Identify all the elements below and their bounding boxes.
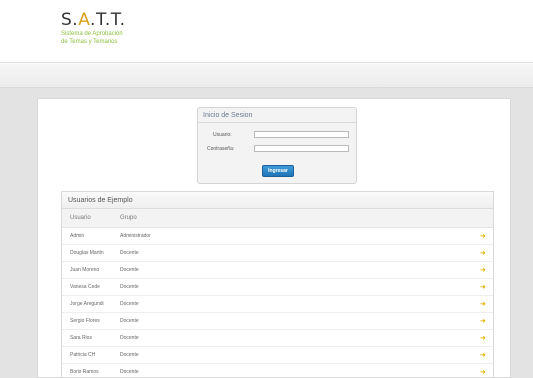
users-table-header: Usuario Grupo xyxy=(62,209,493,228)
cell-usuario: Boris Ramos xyxy=(70,369,99,375)
login-box: Inicio de Sesion Usuario: Contraseña: In… xyxy=(197,107,357,184)
password-label: Contraseña: xyxy=(207,146,235,152)
table-row[interactable]: Jorge Aregundi Docente ➜ xyxy=(62,296,493,313)
cell-usuario: Sergio Flores xyxy=(70,318,100,324)
table-row[interactable]: Admin Administrador ➜ xyxy=(62,228,493,245)
table-row[interactable]: Douglas Martin Docente ➜ xyxy=(62,245,493,262)
username-label: Usuario: xyxy=(213,132,232,138)
table-row[interactable]: Sergio Flores Docente ➜ xyxy=(62,313,493,330)
cell-grupo: Docente xyxy=(120,369,139,375)
cell-usuario: Juan Moreno xyxy=(70,267,100,273)
arrow-right-icon[interactable]: ➜ xyxy=(480,334,486,342)
arrow-right-icon[interactable]: ➜ xyxy=(480,300,486,308)
logo-title-prefix: S. xyxy=(61,10,79,30)
table-row[interactable]: Patricia CH Docente ➜ xyxy=(62,347,493,364)
password-input[interactable] xyxy=(254,145,349,152)
cell-usuario: Jorge Aregundi xyxy=(70,301,104,307)
cell-grupo: Docente xyxy=(120,267,139,273)
table-row[interactable]: Sara Rios Docente ➜ xyxy=(62,330,493,347)
table-row[interactable]: Vanesa Cede Docente ➜ xyxy=(62,279,493,296)
column-header-grupo: Grupo xyxy=(120,215,137,221)
column-header-usuario: Usuario xyxy=(70,215,91,221)
login-title: Inicio de Sesion xyxy=(203,112,253,119)
cell-grupo: Docente xyxy=(120,284,139,290)
cell-grupo: Docente xyxy=(120,301,139,307)
sample-users-table: Usuarios de Ejemplo Usuario Grupo Admin A… xyxy=(61,191,494,378)
logo-subtitle-line2: de Temas y Temarios xyxy=(61,39,118,45)
table-row[interactable]: Juan Moreno Docente ➜ xyxy=(62,262,493,279)
table-row[interactable]: Boris Ramos Docente ➜ xyxy=(62,364,493,377)
cell-usuario: Douglas Martin xyxy=(70,250,104,256)
login-button[interactable]: Ingresar xyxy=(262,165,294,177)
arrow-right-icon[interactable]: ➜ xyxy=(480,351,486,359)
arrow-right-icon[interactable]: ➜ xyxy=(480,317,486,325)
arrow-right-icon[interactable]: ➜ xyxy=(480,266,486,274)
cell-grupo: Docente xyxy=(120,352,139,358)
top-nav-bar xyxy=(0,62,533,88)
cell-grupo: Docente xyxy=(120,250,139,256)
arrow-right-icon[interactable]: ➜ xyxy=(480,232,486,240)
cell-grupo: Docente xyxy=(120,335,139,341)
logo-title-accent: A xyxy=(78,10,91,30)
users-table-title: Usuarios de Ejemplo xyxy=(62,192,493,209)
cell-usuario: Admin xyxy=(70,233,85,239)
cell-usuario: Vanesa Cede xyxy=(70,284,100,290)
username-input[interactable] xyxy=(254,131,349,138)
arrow-right-icon[interactable]: ➜ xyxy=(480,368,486,376)
arrow-right-icon[interactable]: ➜ xyxy=(480,283,486,291)
arrow-right-icon[interactable]: ➜ xyxy=(480,249,486,257)
cell-grupo: Docente xyxy=(120,318,139,324)
logo-title: S.A.T.T. xyxy=(61,10,126,30)
cell-usuario: Patricia CH xyxy=(70,352,96,358)
login-divider xyxy=(198,122,356,123)
logo: S.A.T.T. Sistema de Aprobación de Temas … xyxy=(61,10,126,46)
logo-title-suffix: .T.T. xyxy=(90,10,126,30)
cell-grupo: Administrador xyxy=(120,233,151,239)
logo-subtitle-line1: Sistema de Aprobación xyxy=(61,31,123,37)
cell-usuario: Sara Rios xyxy=(70,335,92,341)
